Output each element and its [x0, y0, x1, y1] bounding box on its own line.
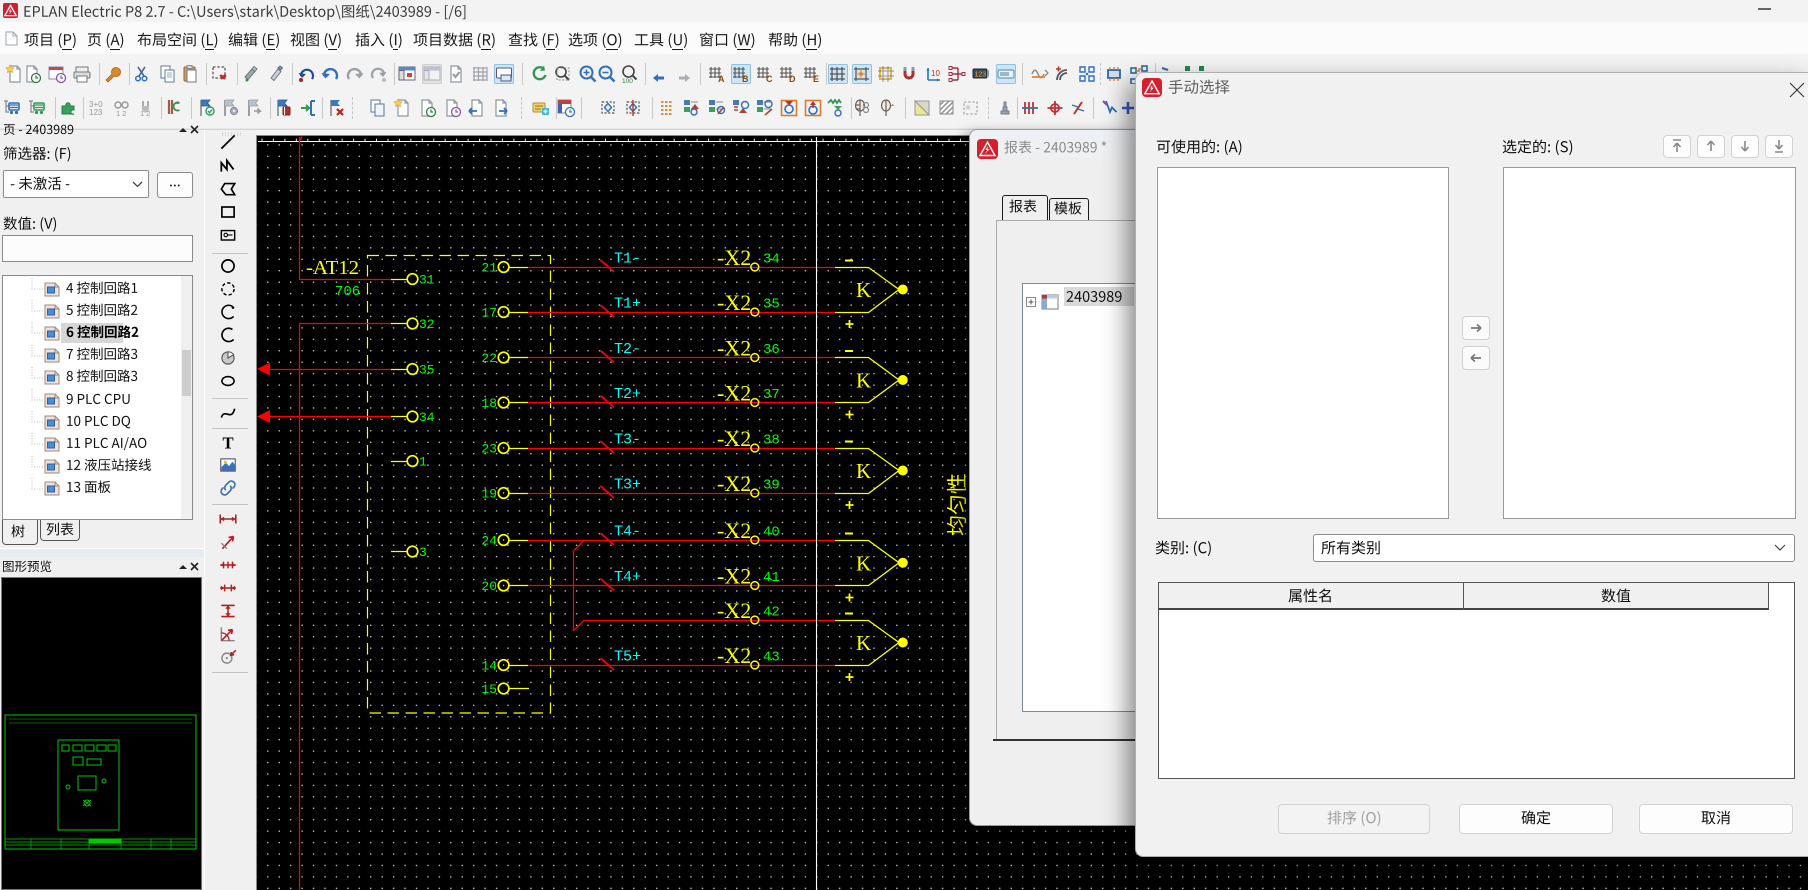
svg-text:38: 38 — [763, 433, 780, 449]
svg-text:T1-: T1- — [614, 251, 641, 268]
svg-text:-X2: -X2 — [717, 426, 751, 451]
svg-text:-X2: -X2 — [717, 381, 751, 406]
svg-text:T4-: T4- — [614, 524, 641, 541]
svg-text:34: 34 — [763, 252, 780, 268]
svg-text:-X2: -X2 — [717, 290, 751, 315]
svg-text:24: 24 — [481, 534, 497, 549]
svg-text:T2-: T2- — [614, 341, 641, 358]
svg-text:39: 39 — [763, 478, 780, 494]
svg-text:35: 35 — [419, 363, 435, 378]
svg-text:-X2: -X2 — [717, 471, 751, 496]
svg-text:32: 32 — [419, 317, 435, 332]
svg-text:23: 23 — [481, 442, 497, 457]
svg-text:40: 40 — [763, 525, 780, 541]
svg-text:K: K — [856, 369, 871, 393]
svg-text:41: 41 — [763, 570, 780, 586]
svg-text:T3-: T3- — [614, 432, 641, 449]
svg-text:42: 42 — [763, 605, 780, 621]
svg-text:43: 43 — [763, 650, 780, 666]
svg-text:-X2: -X2 — [717, 564, 751, 589]
svg-text:17: 17 — [481, 306, 497, 321]
svg-text:36: 36 — [763, 342, 780, 358]
svg-text:K: K — [856, 631, 871, 655]
svg-text:T4+: T4+ — [614, 569, 641, 586]
svg-text:35: 35 — [763, 297, 780, 313]
svg-text:-X2: -X2 — [717, 245, 751, 270]
svg-text:-X2: -X2 — [717, 598, 751, 623]
svg-text:22: 22 — [481, 351, 497, 366]
svg-text:3: 3 — [419, 545, 427, 560]
svg-text:T5+: T5+ — [614, 649, 641, 666]
svg-text:18: 18 — [481, 396, 497, 411]
svg-text:14: 14 — [481, 659, 497, 674]
svg-text:-X2: -X2 — [717, 643, 751, 668]
svg-text:-X2: -X2 — [717, 518, 751, 543]
svg-text:31: 31 — [419, 273, 435, 288]
svg-text:T2+: T2+ — [614, 386, 641, 403]
svg-text:K: K — [856, 278, 871, 302]
svg-text:K: K — [856, 459, 871, 483]
svg-text:1: 1 — [419, 455, 427, 470]
svg-text:-AT12: -AT12 — [306, 257, 359, 279]
svg-text:T3+: T3+ — [614, 477, 641, 494]
svg-text:T1+: T1+ — [614, 296, 641, 313]
svg-text:20: 20 — [481, 579, 497, 594]
svg-text:37: 37 — [763, 387, 780, 403]
svg-text:-X2: -X2 — [717, 336, 751, 361]
svg-text:34: 34 — [419, 410, 435, 425]
svg-text:21: 21 — [481, 261, 497, 276]
svg-text:15: 15 — [481, 682, 497, 697]
svg-text:19: 19 — [481, 487, 497, 502]
svg-text:K: K — [856, 551, 871, 575]
svg-text:706: 706 — [335, 284, 360, 300]
